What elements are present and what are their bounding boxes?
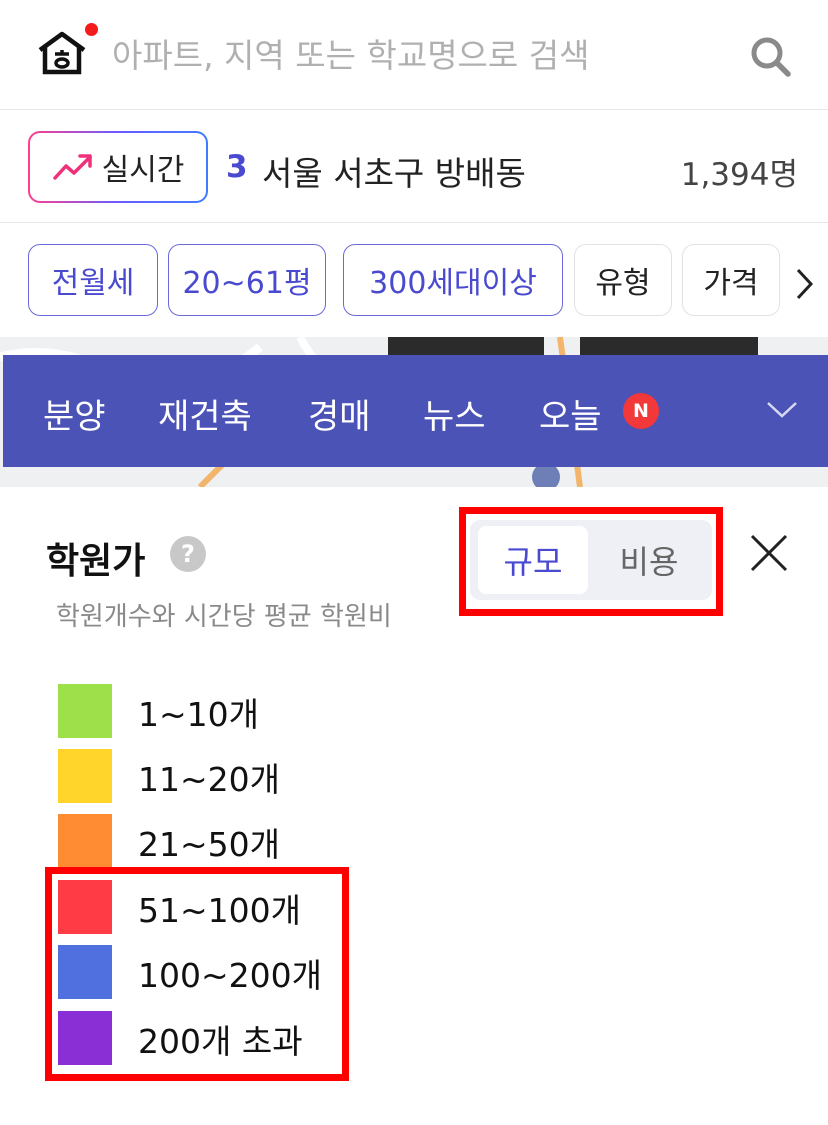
nav-item-news[interactable]: 뉴스 (423, 389, 486, 438)
search-bar (0, 0, 828, 110)
notification-dot (85, 23, 98, 36)
nav-item-reconstruction[interactable]: 재건축 (158, 389, 252, 438)
nav-item-presale[interactable]: 분양 (43, 389, 106, 438)
panel-title: 학원가 (46, 541, 146, 582)
trend-up-icon (52, 154, 92, 180)
filter-chip-area[interactable]: 20~61평 (168, 244, 326, 316)
filter-chip-type[interactable]: 유형 (574, 244, 672, 316)
panel-subtitle: 학원개수와 시간당 평균 학원비 (56, 602, 392, 632)
highlight-box-legend (45, 867, 349, 1081)
filter-chip-rent[interactable]: 전월세 (28, 244, 158, 316)
filter-chip-households[interactable]: 300세대이상 (343, 244, 563, 316)
search-icon[interactable] (750, 36, 792, 78)
search-input[interactable] (112, 30, 712, 80)
chevron-right-icon[interactable] (792, 266, 816, 302)
visitor-count: 1,394명 (680, 157, 798, 193)
nav-item-auction[interactable]: 경매 (308, 389, 371, 438)
rank-place[interactable]: 서울 서초구 방배동 (262, 147, 526, 195)
help-icon[interactable]: ? (170, 536, 206, 572)
home-logo-icon[interactable] (36, 30, 88, 76)
legend-swatch (58, 814, 112, 868)
category-nav: 분양 재건축 경매 뉴스 오늘 N (3, 355, 828, 467)
highlight-box-toggle (459, 507, 723, 616)
rank-number: 3 (226, 149, 248, 185)
realtime-ranking-row[interactable]: 실시간 3 서울 서초구 방배동 1,394명 (0, 111, 828, 223)
chevron-down-icon[interactable] (765, 399, 799, 421)
realtime-badge[interactable]: 실시간 (28, 131, 208, 203)
close-icon[interactable] (748, 532, 790, 574)
legend-label: 11~20개 (138, 760, 280, 799)
legend-swatch (58, 684, 112, 738)
realtime-label: 실시간 (101, 153, 185, 188)
filter-chip-row: 전월세 20~61평 300세대이상 유형 가격 (0, 224, 828, 336)
new-badge: N (623, 393, 659, 429)
nav-item-today[interactable]: 오늘 (539, 389, 602, 438)
legend-label: 21~50개 (138, 825, 280, 864)
legend-swatch (58, 749, 112, 803)
legend-label: 1~10개 (138, 695, 259, 734)
filter-chip-price[interactable]: 가격 (682, 244, 780, 316)
